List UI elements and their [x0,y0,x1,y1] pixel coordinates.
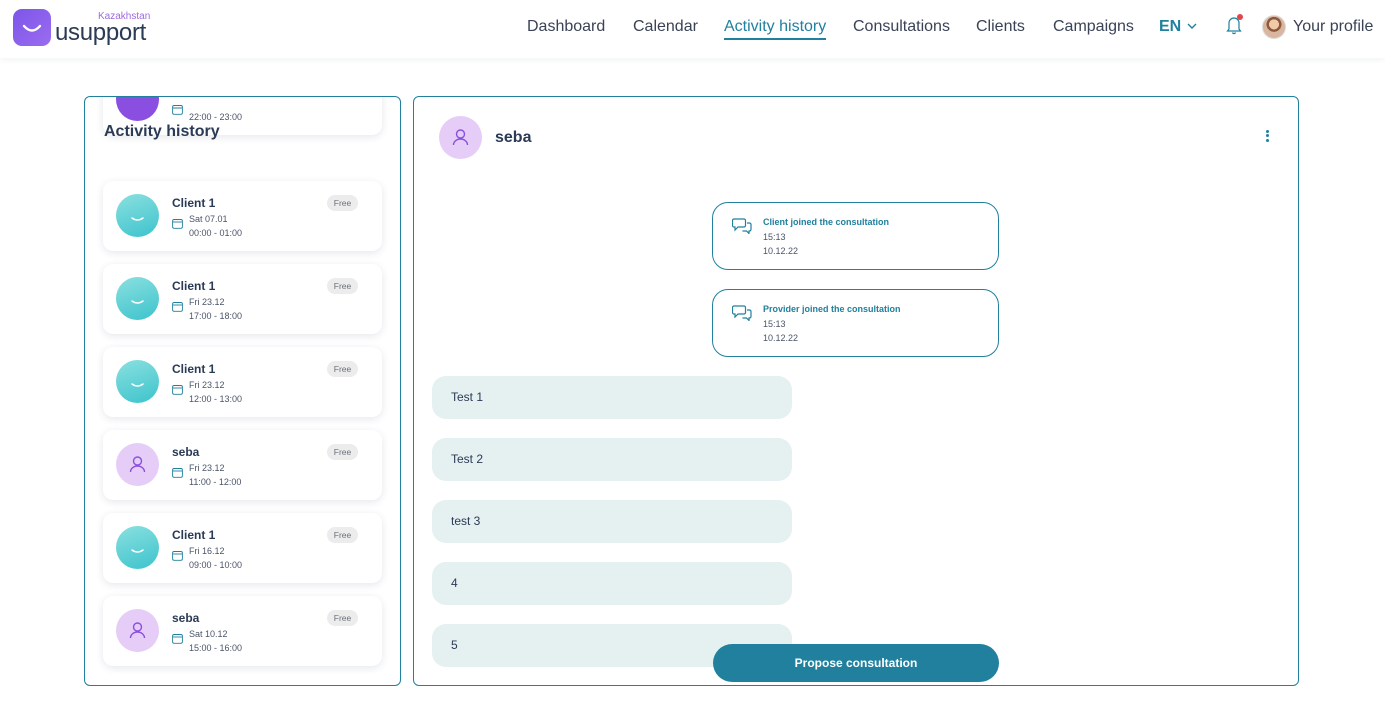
message-bubble: test 3 [432,500,792,543]
status-badge: Free [327,361,358,377]
calendar-icon [172,385,183,395]
avatar [116,526,159,569]
card-time: 00:00 - 01:00 [189,228,243,238]
avatar [116,194,159,237]
language-selector[interactable]: EN [1159,18,1181,36]
card-name: seba [172,445,200,459]
system-message-time: 15:13 [763,319,786,329]
main-nav: Dashboard Calendar Activity history Cons… [0,0,1385,58]
chat-title: seba [495,129,532,146]
more-options-icon[interactable] [1260,128,1274,146]
chevron-down-icon[interactable] [1187,22,1197,30]
activity-card[interactable]: Client 1 Sat 07.01 00:00 - 01:00 Free [103,181,382,251]
avatar [116,97,159,121]
avatar [116,609,159,652]
card-date: Fri 23.12 [189,380,225,390]
calendar-icon [172,551,183,561]
nav-calendar[interactable]: Calendar [633,18,698,36]
system-message-date: 10.12.22 [763,246,799,256]
message-text: test 3 [451,514,481,528]
card-time: 12:00 - 13:00 [189,394,243,404]
card-name: Client 1 [172,528,216,542]
user-icon [129,622,146,639]
message-bubble: Test 1 [432,376,792,419]
chat-panel: seba Client joined the consultation 15:1… [413,96,1299,686]
calendar-icon [172,468,183,478]
nav-clients[interactable]: Clients [976,18,1025,36]
nav-activity-history[interactable]: Activity history [724,18,827,40]
user-icon [452,129,469,146]
system-message: Provider joined the consultation 15:13 1… [712,289,999,357]
message-text: Test 2 [451,452,484,466]
calendar-icon [172,105,183,115]
card-date: Fri 23.12 [189,463,225,473]
calendar-icon [172,634,183,644]
system-message-title: Provider joined the consultation [763,304,901,314]
card-time: 11:00 - 12:00 [189,477,242,487]
profile-avatar[interactable] [1262,15,1286,39]
activity-history-panel[interactable]: Activity history 22:00 - 23:00 Client 1 … [84,96,401,686]
activity-card[interactable]: seba Fri 23.12 11:00 - 12:00 Free [103,430,382,500]
calendar-icon [172,302,183,312]
user-icon [129,456,146,473]
avatar [116,360,159,403]
panel-title: Activity history [104,123,220,140]
nav-consultations[interactable]: Consultations [853,18,950,36]
activity-card[interactable]: Client 1 Fri 23.12 12:00 - 13:00 Free [103,347,382,417]
card-time: 22:00 - 23:00 [189,112,243,122]
status-badge: Free [327,610,358,626]
notification-dot [1237,14,1243,20]
message-text: Test 1 [451,390,484,404]
top-header: Kazakhstan usupport Dashboard Calendar A… [0,0,1385,58]
chat-avatar [439,116,482,159]
status-badge: Free [327,195,358,211]
chat-bubbles-icon [732,305,752,321]
card-date: Sat 10.12 [189,629,228,639]
card-time: 17:00 - 18:00 [189,311,243,321]
card-name: seba [172,611,200,625]
card-date: Fri 23.12 [189,297,225,307]
card-time: 15:00 - 16:00 [189,643,243,653]
card-date: Sat 07.01 [189,214,228,224]
activity-card[interactable]: seba Sat 10.12 15:00 - 16:00 Free [103,596,382,666]
message-bubble: 4 [432,562,792,605]
status-badge: Free [327,444,358,460]
system-message-title: Client joined the consultation [763,217,889,227]
status-badge: Free [327,527,358,543]
nav-campaigns[interactable]: Campaigns [1053,18,1134,36]
calendar-icon [172,219,183,229]
system-message: Client joined the consultation 15:13 10.… [712,202,999,270]
card-time: 09:00 - 10:00 [189,560,243,570]
profile-link[interactable]: Your profile [1293,18,1373,36]
nav-dashboard[interactable]: Dashboard [527,18,605,36]
system-message-date: 10.12.22 [763,333,799,343]
system-message-time: 15:13 [763,232,786,242]
activity-card[interactable]: Client 1 Fri 23.12 17:00 - 18:00 Free [103,264,382,334]
message-text: 5 [451,638,458,652]
card-name: Client 1 [172,196,216,210]
message-bubble: Test 2 [432,438,792,481]
activity-card[interactable]: Client 1 Fri 16.12 09:00 - 10:00 Free [103,513,382,583]
avatar [116,277,159,320]
card-date: Fri 16.12 [189,546,225,556]
chat-bubbles-icon [732,218,752,234]
avatar [116,443,159,486]
status-badge: Free [327,278,358,294]
card-name: Client 1 [172,362,216,376]
card-name: Client 1 [172,279,216,293]
message-text: 4 [451,576,458,590]
propose-consultation-button[interactable]: Propose consultation [713,644,999,682]
